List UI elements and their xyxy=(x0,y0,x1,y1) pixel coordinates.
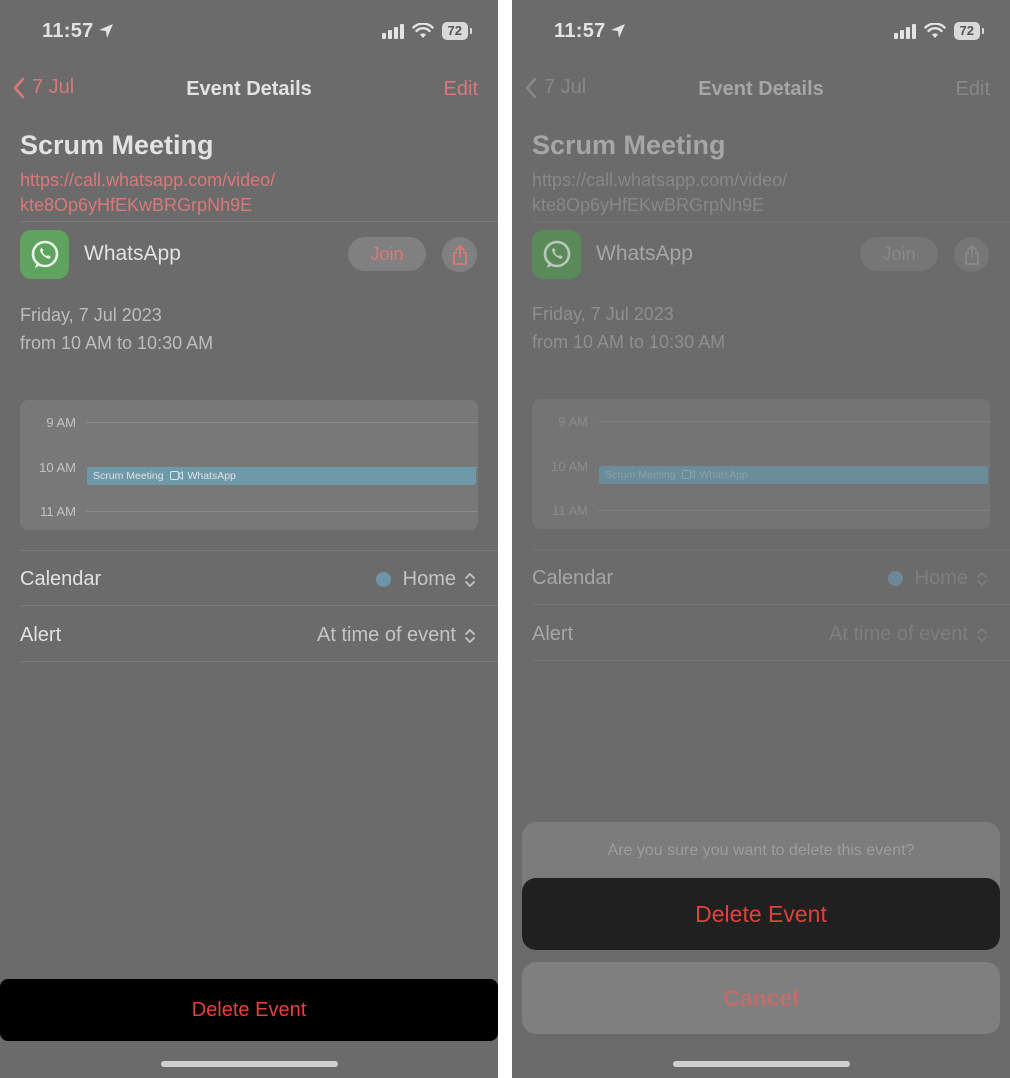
calendar-color-dot xyxy=(375,572,391,587)
clock-text: 11:57 xyxy=(42,20,94,42)
up-down-chevron-icon xyxy=(465,572,475,587)
calendar-picker[interactable]: Home xyxy=(375,568,476,591)
wifi-icon xyxy=(923,23,946,38)
confirm-delete-button[interactable]: Delete Event xyxy=(522,878,1000,950)
status-icons: 72 xyxy=(381,22,473,40)
share-button[interactable] xyxy=(442,237,477,272)
event-time-range: from 10 AM to 10:30 AM xyxy=(20,333,214,353)
event-url-line-1: https://call.whatsapp.com/video/ xyxy=(532,170,788,190)
alert-picker[interactable]: At time of event xyxy=(317,624,476,647)
clock-text: 11:57 xyxy=(554,20,606,42)
event-block-app: WhatsApp xyxy=(187,470,236,482)
event-block: Scrum Meeting WhatsApp xyxy=(599,466,988,484)
event-url-link[interactable]: https://call.whatsapp.com/video/ kte8Op6… xyxy=(532,168,787,218)
delete-confirmation-screen: 11:57 72 7 Jul Event Details Edit Scrum … xyxy=(512,0,1010,1078)
up-down-chevron-icon xyxy=(977,627,987,642)
join-button[interactable]: Join xyxy=(860,237,938,271)
event-url-link[interactable]: https://call.whatsapp.com/video/ kte8Op6… xyxy=(20,168,275,218)
status-bar-time: 11:57 xyxy=(554,20,626,43)
alert-value: At time of event xyxy=(829,623,968,645)
whatsapp-icon xyxy=(20,230,69,279)
event-block-title: Scrum Meeting xyxy=(93,470,164,482)
hour-line xyxy=(598,510,990,511)
day-view-preview: 9 AM 10 AM 11 AM Scrum Meeting WhatsApp xyxy=(20,400,478,530)
alert-row-label: Alert xyxy=(20,624,62,646)
event-details-screen: 11:57 72 7 Jul Event Details Edit Scrum … xyxy=(0,0,498,1078)
divider xyxy=(532,604,1010,605)
up-down-chevron-icon xyxy=(465,628,475,643)
whatsapp-icon xyxy=(532,230,581,279)
divider xyxy=(532,549,1010,550)
cancel-button[interactable]: Cancel xyxy=(522,962,1000,1034)
alert-picker[interactable]: At time of event xyxy=(829,623,988,646)
calendar-value: Home xyxy=(914,567,968,589)
join-button[interactable]: Join xyxy=(348,237,426,271)
divider xyxy=(20,605,498,606)
calendar-picker[interactable]: Home xyxy=(887,567,988,590)
share-button[interactable] xyxy=(954,237,989,272)
hour-line xyxy=(598,421,990,422)
event-date: Friday, 7 Jul 2023 xyxy=(20,305,162,325)
nav-title: Event Details xyxy=(186,78,312,100)
divider xyxy=(20,221,498,222)
divider xyxy=(20,550,498,551)
nav-title: Event Details xyxy=(698,78,824,100)
divider xyxy=(532,660,1010,661)
location-arrow-icon xyxy=(610,24,625,38)
hour-label: 9 AM xyxy=(46,415,76,430)
status-bar-time: 11:57 xyxy=(42,20,114,43)
video-icon xyxy=(681,470,695,479)
day-view-preview: 9 AM 10 AM 11 AM Scrum Meeting WhatsApp xyxy=(532,399,990,529)
divider xyxy=(532,221,1010,222)
home-indicator xyxy=(673,1061,850,1067)
event-block-app: WhatsApp xyxy=(699,469,748,481)
location-arrow-icon xyxy=(98,24,113,38)
hour-label: 11 AM xyxy=(40,504,76,519)
signal-icon xyxy=(381,23,404,39)
event-url-line-2: kte8Op6yHfEKwBRGrpNh9E xyxy=(20,195,253,215)
event-time-range: from 10 AM to 10:30 AM xyxy=(532,332,726,352)
event-block-title: Scrum Meeting xyxy=(605,469,676,481)
share-icon xyxy=(964,244,979,265)
video-icon xyxy=(169,471,183,480)
app-name: WhatsApp xyxy=(596,242,693,265)
event-date: Friday, 7 Jul 2023 xyxy=(532,304,674,324)
edit-button[interactable]: Edit xyxy=(956,78,990,101)
event-block: Scrum Meeting WhatsApp xyxy=(87,467,476,485)
wifi-icon xyxy=(411,23,434,38)
delete-event-button[interactable]: Delete Event xyxy=(0,979,498,1041)
up-down-chevron-icon xyxy=(977,571,987,586)
event-title: Scrum Meeting xyxy=(532,130,726,160)
home-indicator xyxy=(161,1061,338,1067)
calendar-row-label: Calendar xyxy=(20,568,102,590)
hour-line xyxy=(86,422,478,423)
calendar-value: Home xyxy=(402,568,456,590)
hour-label: 10 AM xyxy=(551,459,588,474)
divider xyxy=(20,661,498,662)
calendar-row-label: Calendar xyxy=(532,567,614,589)
battery-icon: 72 xyxy=(441,22,473,40)
app-name: WhatsApp xyxy=(84,242,181,265)
battery-icon: 72 xyxy=(953,22,985,40)
share-icon xyxy=(452,244,467,265)
event-url-line-2: kte8Op6yHfEKwBRGrpNh9E xyxy=(532,195,765,215)
hour-label: 10 AM xyxy=(39,460,76,475)
hour-label: 11 AM xyxy=(552,503,588,518)
edit-button[interactable]: Edit xyxy=(444,78,478,101)
hour-label: 9 AM xyxy=(558,414,588,429)
hour-line xyxy=(86,511,478,512)
calendar-color-dot xyxy=(887,571,903,586)
event-title: Scrum Meeting xyxy=(20,130,214,160)
status-icons: 72 xyxy=(893,22,985,40)
event-url-line-1: https://call.whatsapp.com/video/ xyxy=(20,170,276,190)
alert-value: At time of event xyxy=(317,624,456,646)
alert-row-label: Alert xyxy=(532,623,574,645)
action-sheet-message: Are you sure you want to delete this eve… xyxy=(607,842,915,859)
signal-icon xyxy=(893,23,916,39)
